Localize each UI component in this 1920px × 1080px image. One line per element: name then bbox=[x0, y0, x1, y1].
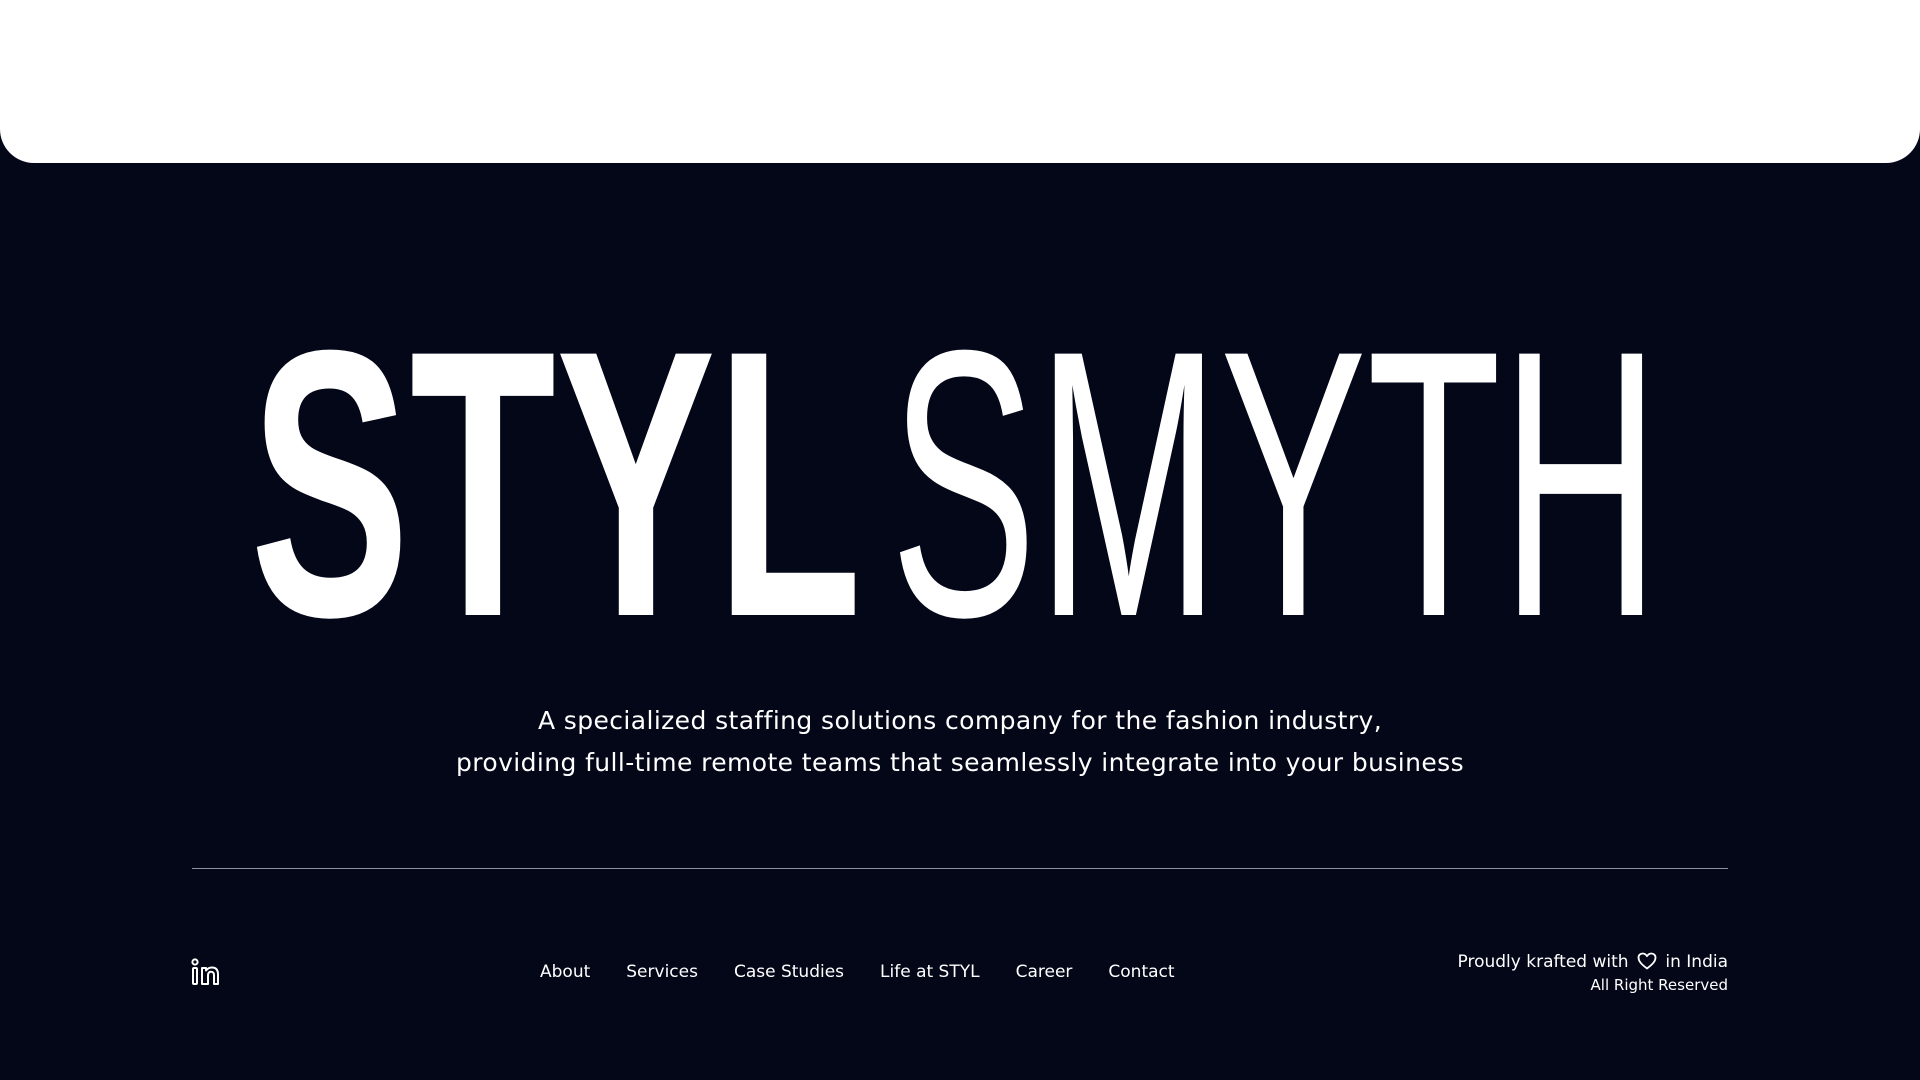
top-content-panel bbox=[0, 0, 1920, 163]
credit-suffix: in India bbox=[1665, 952, 1728, 972]
footer-link-contact[interactable]: Contact bbox=[1108, 962, 1174, 982]
rights-text: All Right Reserved bbox=[1590, 976, 1728, 994]
footer-link-about[interactable]: About bbox=[540, 962, 590, 982]
tagline-line-2: providing full-time remote teams that se… bbox=[456, 748, 1464, 777]
credit-prefix: Proudly krafted with bbox=[1457, 952, 1629, 972]
page: STYL SMYTH A specialized staffing soluti… bbox=[0, 0, 1920, 1080]
tagline-line-1: A specialized staffing solutions company… bbox=[537, 706, 1383, 735]
footer-link-career[interactable]: Career bbox=[1016, 962, 1073, 982]
wordmark-light: SMYTH bbox=[890, 338, 1660, 628]
credit-line: Proudly krafted with in India bbox=[1458, 950, 1728, 974]
footer-link-life-at-styl[interactable]: Life at STYL bbox=[880, 962, 980, 982]
tagline: A specialized staffing solutions company… bbox=[0, 700, 1920, 784]
heart-icon bbox=[1637, 952, 1657, 970]
footer-credits: Proudly krafted with in India All Right … bbox=[1458, 950, 1728, 996]
footer-link-case-studies[interactable]: Case Studies bbox=[734, 962, 844, 982]
footer-link-services[interactable]: Services bbox=[626, 962, 698, 982]
footer-divider bbox=[192, 868, 1728, 869]
wordmark-bold: STYL bbox=[250, 338, 862, 628]
brand-wordmark: STYL SMYTH bbox=[0, 338, 1920, 628]
footer-nav: About Services Case Studies Life at STYL… bbox=[540, 962, 1211, 982]
linkedin-icon[interactable] bbox=[191, 958, 221, 988]
